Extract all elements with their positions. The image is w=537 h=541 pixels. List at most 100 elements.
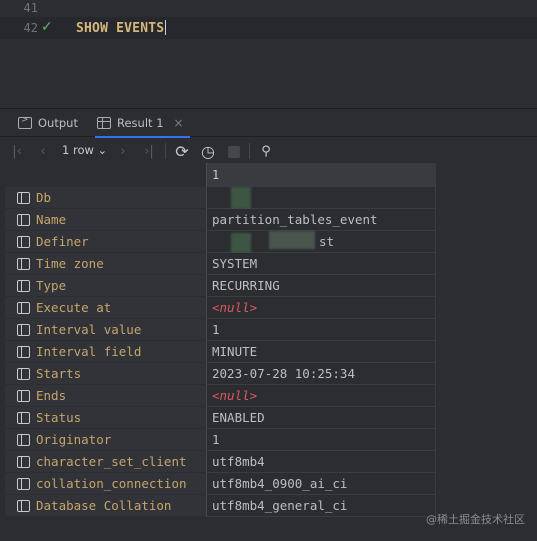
value-text: 2023-07-28 10:25:34	[212, 366, 355, 381]
row-header[interactable]: Definer	[5, 231, 206, 253]
watermark: @稀土掘金技术社区	[426, 513, 525, 526]
column-icon	[17, 280, 30, 292]
cell-value[interactable]: 2023-07-28 10:25:34	[206, 363, 435, 385]
refresh-icon[interactable]: ⟳	[173, 142, 191, 161]
column-icon	[17, 214, 30, 226]
prev-page-icon[interactable]: ‹	[36, 142, 50, 160]
column-icon	[17, 412, 30, 424]
cell-value[interactable]: utf8mb4_general_ci	[206, 495, 435, 517]
redacted-area	[269, 231, 315, 249]
row-count-label: 1 row	[62, 143, 94, 157]
value-text: st	[319, 234, 335, 249]
editor-line-42[interactable]: 42 ✓ SHOW EVENTS	[0, 17, 537, 39]
row-header[interactable]: collation_connection	[5, 473, 206, 495]
result-grid[interactable]: 1 Db Name partition_tables_event Definer st T…	[5, 163, 435, 518]
table-row[interactable]: Name partition_tables_event	[5, 209, 435, 231]
cell-value[interactable]: <null>	[206, 297, 435, 319]
row-header[interactable]: Interval value	[5, 319, 206, 341]
cell-value[interactable]: st	[206, 231, 435, 253]
sql-statement[interactable]: SHOW EVENTS	[76, 20, 167, 36]
cell-value[interactable]: utf8mb4	[206, 451, 435, 473]
row-count-selector[interactable]: 1 row ⌄	[62, 143, 107, 157]
table-row[interactable]: Execute at <null>	[5, 297, 435, 319]
tab-output[interactable]: Output	[18, 109, 78, 137]
value-text: utf8mb4	[212, 454, 265, 469]
grid-corner	[5, 163, 206, 187]
cell-value[interactable]: RECURRING	[206, 275, 435, 297]
row-header[interactable]: Status	[5, 407, 206, 429]
row-label: Database Collation	[36, 498, 172, 513]
row-header[interactable]: Name	[5, 209, 206, 231]
table-row[interactable]: Ends <null>	[5, 385, 435, 407]
tab-result-1[interactable]: Result 1 ×	[95, 109, 190, 138]
cell-value[interactable]: ENABLED	[206, 407, 435, 429]
row-label: Definer	[36, 234, 89, 249]
sql-editor[interactable]: 41 42 ✓ SHOW EVENTS	[0, 0, 537, 68]
row-label: character_set_client	[36, 454, 187, 469]
row-header[interactable]: Execute at	[5, 297, 206, 319]
row-header[interactable]: Time zone	[5, 253, 206, 275]
row-header[interactable]: character_set_client	[5, 451, 206, 473]
redacted-area	[231, 187, 251, 209]
toolbar-separator	[165, 143, 166, 159]
first-page-icon[interactable]: |‹	[10, 142, 24, 160]
row-header[interactable]: Database Collation	[5, 495, 206, 517]
table-row[interactable]: Time zone SYSTEM	[5, 253, 435, 275]
next-page-icon[interactable]: ›	[116, 142, 130, 160]
console-icon	[18, 115, 32, 129]
success-check-icon: ✓	[41, 19, 53, 35]
results-toolbar: |‹ ‹ 1 row ⌄ › ›| ⟳ ◷ ⚲	[0, 138, 537, 164]
cell-value[interactable]: partition_tables_event	[206, 209, 435, 231]
row-label: Originator	[36, 432, 112, 447]
value-text: ENABLED	[212, 410, 265, 425]
column-icon	[17, 478, 30, 490]
column-icon	[17, 390, 30, 402]
close-tab-icon[interactable]: ×	[174, 116, 184, 130]
table-row[interactable]: character_set_client utf8mb4	[5, 451, 435, 473]
table-row[interactable]: Type RECURRING	[5, 275, 435, 297]
cell-value[interactable]: MINUTE	[206, 341, 435, 363]
pin-icon[interactable]: ⚲	[258, 142, 274, 160]
table-icon	[97, 117, 111, 129]
cell-value[interactable]: SYSTEM	[206, 253, 435, 275]
last-page-icon[interactable]: ›|	[142, 142, 156, 160]
cell-value[interactable]: 1	[206, 429, 435, 451]
grid-column-header[interactable]: 1	[206, 163, 435, 187]
row-header[interactable]: Starts	[5, 363, 206, 385]
value-text: 1	[212, 432, 220, 447]
column-icon	[17, 324, 30, 336]
cell-value[interactable]: utf8mb4_0900_ai_ci	[206, 473, 435, 495]
toolbar-separator	[249, 143, 250, 159]
table-row[interactable]: Db	[5, 187, 435, 209]
cell-value[interactable]: 1	[206, 319, 435, 341]
row-label: collation_connection	[36, 476, 187, 491]
value-text: MINUTE	[212, 344, 258, 359]
row-label: Interval field	[36, 344, 142, 359]
stop-icon[interactable]	[228, 146, 240, 158]
row-header[interactable]: Db	[5, 187, 206, 209]
value-text: RECURRING	[212, 278, 280, 293]
value-text: utf8mb4_general_ci	[212, 498, 348, 513]
table-row[interactable]: Originator 1	[5, 429, 435, 451]
row-label: Db	[36, 190, 52, 205]
table-row[interactable]: Definer st	[5, 231, 435, 253]
table-row[interactable]: Interval value 1	[5, 319, 435, 341]
row-header[interactable]: Ends	[5, 385, 206, 407]
table-row[interactable]: collation_connection utf8mb4_0900_ai_ci	[5, 473, 435, 495]
table-row[interactable]: Status ENABLED	[5, 407, 435, 429]
value-text: partition_tables_event	[212, 212, 378, 227]
table-row[interactable]: Interval field MINUTE	[5, 341, 435, 363]
grid-right-border	[435, 163, 436, 518]
row-header[interactable]: Originator	[5, 429, 206, 451]
column-icon	[17, 258, 30, 270]
null-value: <null>	[212, 388, 258, 403]
row-header[interactable]: Type	[5, 275, 206, 297]
table-row[interactable]: Starts 2023-07-28 10:25:34	[5, 363, 435, 385]
cell-value[interactable]: <null>	[206, 385, 435, 407]
clock-icon[interactable]: ◷	[199, 142, 217, 161]
row-label: Starts	[36, 366, 82, 381]
text-caret	[165, 20, 167, 35]
row-header[interactable]: Interval field	[5, 341, 206, 363]
table-row[interactable]: Database Collation utf8mb4_general_ci	[5, 495, 435, 517]
cell-value[interactable]	[206, 187, 435, 209]
